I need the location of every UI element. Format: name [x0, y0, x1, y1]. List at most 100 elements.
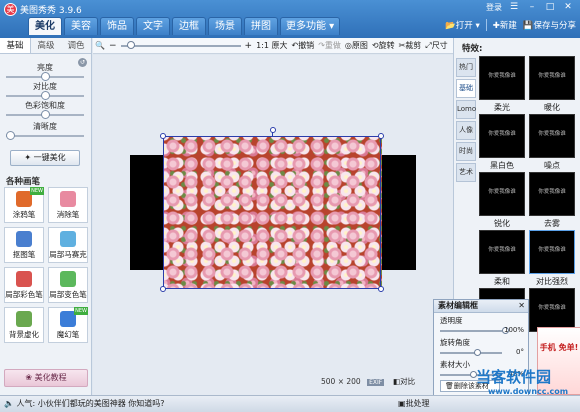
slider-knob[interactable]: [41, 72, 50, 81]
effect-high-contrast[interactable]: 你爱我像谁 对比强烈: [529, 230, 575, 286]
one-click-beautify-button[interactable]: ✦ 一键美化: [10, 150, 80, 166]
plus-icon: ✚: [492, 21, 500, 31]
resize-button[interactable]: ⤢尺寸: [425, 40, 447, 51]
brush-background-blur[interactable]: 背景虚化: [4, 307, 44, 343]
zoom-knob[interactable]: [126, 40, 135, 49]
save-icon: 💾: [522, 21, 534, 31]
opacity-slider[interactable]: [440, 327, 509, 334]
category-fashion[interactable]: 时尚: [456, 142, 476, 161]
menu-icon[interactable]: ☰: [508, 2, 520, 13]
effect-warm[interactable]: 你爱我像谁 暖化: [529, 56, 575, 112]
effect-dehaze[interactable]: 你爱我像谁 去雾: [529, 172, 575, 228]
undo-button[interactable]: ↶撤销: [291, 40, 314, 51]
category-art[interactable]: 艺术: [456, 163, 476, 182]
zoom-slider[interactable]: [120, 40, 241, 49]
rotate-button[interactable]: ⟲旋转: [372, 40, 395, 51]
batch-button[interactable]: ▣批处理: [398, 396, 430, 412]
rotate-handle[interactable]: [270, 127, 276, 133]
resize-handle-tr[interactable]: [378, 133, 384, 139]
left-panel: 基础 高级 调色 ↺ 亮度 对比度 色彩饱和度 清晰度 ✦ 一键美化 各种画笔 …: [0, 38, 92, 395]
brush-magic[interactable]: NEW 魔幻笔: [48, 307, 88, 343]
slider-knob[interactable]: [41, 110, 50, 119]
selection-box[interactable]: [163, 136, 381, 289]
tab-scenes[interactable]: 场景: [208, 17, 242, 35]
original-button[interactable]: ◎原图: [345, 40, 368, 51]
brush-partial-color[interactable]: 局部彩色笔: [4, 267, 44, 303]
original-icon: ◎: [344, 41, 352, 50]
material-panel-header[interactable]: 素材编辑框 ✕: [434, 300, 528, 313]
title-bar: 美 美图秀秀 3.9.6 登录 ☰ – □ ✕ 美化 美容 饰品 文字 边框 场…: [0, 0, 580, 38]
effect-noise[interactable]: 你爱我像谁 噪点: [529, 114, 575, 170]
crop-button[interactable]: ✂裁剪: [399, 40, 422, 51]
open-button[interactable]: 📂打开 ▾: [445, 19, 480, 31]
resize-handle-bl[interactable]: [160, 286, 166, 292]
actual-size-button[interactable]: 1:1 原大: [256, 40, 287, 51]
tab-decorations[interactable]: 饰品: [100, 17, 134, 35]
sharpness-slider[interactable]: 清晰度: [6, 121, 84, 140]
contrast-slider[interactable]: 对比度: [6, 81, 84, 100]
compare-button[interactable]: ◧对比: [393, 376, 415, 387]
slider-knob[interactable]: [6, 131, 15, 140]
tab-face[interactable]: 美容: [64, 17, 98, 35]
tab-text[interactable]: 文字: [136, 17, 170, 35]
category-portrait[interactable]: 人像: [456, 121, 476, 140]
effect-thumbnail: 你爱我像谁: [479, 230, 525, 274]
saturation-slider[interactable]: 色彩饱和度: [6, 100, 84, 119]
sharpness-label: 清晰度: [33, 122, 57, 131]
effect-thumbnail: 你爱我像谁: [529, 230, 575, 274]
tutorial-button[interactable]: ❀ 美化教程: [4, 369, 88, 387]
resize-handle-tl[interactable]: [160, 133, 166, 139]
close-icon[interactable]: ✕: [562, 2, 574, 13]
close-icon[interactable]: ✕: [518, 300, 525, 312]
partial-color-icon: [16, 271, 32, 287]
opacity-control: 透明度 100%: [440, 316, 524, 334]
brush-cutout[interactable]: 抠图笔: [4, 227, 44, 263]
category-lomo[interactable]: Lomo: [456, 100, 476, 119]
category-popular[interactable]: 热门: [456, 58, 476, 77]
app-logo-icon: 美: [4, 3, 17, 16]
window-controls: 登录 ☰ – □ ✕: [486, 2, 574, 13]
status-message[interactable]: 人气: 小伙伴们都玩的美图神器 你知道吗?: [17, 399, 165, 408]
brush-doodle[interactable]: NEW 涂鸦笔: [4, 187, 44, 223]
blur-icon: [16, 311, 32, 327]
brightness-slider[interactable]: 亮度: [6, 62, 84, 81]
minimize-icon[interactable]: –: [526, 2, 538, 13]
effect-thumbnail: 你爱我像谁: [479, 56, 525, 100]
redo-button[interactable]: ↷重做: [318, 40, 341, 51]
new-button[interactable]: ✚新建: [493, 19, 517, 31]
exif-badge[interactable]: EXIF: [367, 379, 385, 386]
brush-mosaic[interactable]: 局部马赛克: [48, 227, 88, 263]
eraser-icon: [60, 191, 76, 207]
zoom-in-icon[interactable]: +: [245, 41, 253, 51]
effect-sharpen[interactable]: 你爱我像谁 锐化: [479, 172, 525, 228]
brush-recolor[interactable]: 局部变色笔: [48, 267, 88, 303]
new-badge: NEW: [74, 307, 88, 315]
subtab-advanced[interactable]: 高级: [31, 38, 61, 53]
status-bar: 🔈 人气: 小伙伴们都玩的美图神器 你知道吗? ▣批处理: [0, 395, 580, 412]
save-share-button[interactable]: 💾保存与分享: [523, 19, 576, 31]
effect-soft[interactable]: 你爱我像谁 柔和: [479, 230, 525, 286]
tab-frames[interactable]: 边框: [172, 17, 206, 35]
tab-collage[interactable]: 拼图: [244, 17, 278, 35]
rotation-slider[interactable]: [440, 349, 502, 356]
effect-thumbnail: 你爱我像谁: [529, 288, 575, 332]
slider-knob[interactable]: [41, 91, 50, 100]
book-icon: ❀: [25, 373, 33, 382]
brush-eraser[interactable]: 消除笔: [48, 187, 88, 223]
slider-knob[interactable]: [474, 349, 481, 356]
category-basic[interactable]: 基础: [456, 79, 476, 98]
maximize-icon[interactable]: □: [544, 2, 556, 13]
subtab-color[interactable]: 调色: [61, 38, 91, 53]
resize-handle-br[interactable]: [378, 286, 384, 292]
tab-more[interactable]: 更多功能 ▾: [280, 17, 341, 35]
effect-black-white[interactable]: 你爱我像谁 黑白色: [479, 114, 525, 170]
zoom-out-icon[interactable]: −: [109, 41, 117, 51]
effects-title: 特效:: [462, 44, 483, 54]
tab-beautify[interactable]: 美化: [28, 17, 62, 35]
mosaic-icon: [60, 231, 76, 247]
login-link[interactable]: 登录: [486, 2, 502, 13]
file-actions: 📂打开 ▾ ✚新建 💾保存与分享: [445, 19, 576, 31]
subtab-basic[interactable]: 基础: [0, 38, 31, 53]
effect-soft-light[interactable]: 你爱我像谁 柔光: [479, 56, 525, 112]
recolor-bucket-icon: [60, 271, 76, 287]
